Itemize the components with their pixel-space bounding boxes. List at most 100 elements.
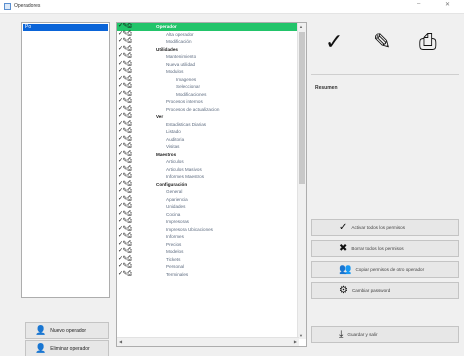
- row-permission-icons[interactable]: ✓✎⎙: [118, 46, 132, 54]
- printer-icon[interactable]: ⎙: [419, 31, 437, 53]
- tree-item-row[interactable]: ✓✎⎙ Impresoras: [117, 218, 297, 226]
- tree-item-row[interactable]: ✓✎⎙ Procesos internos: [117, 98, 297, 106]
- printer-icon[interactable]: ⎙: [127, 218, 132, 224]
- operator-list-item-selected[interactable]: Po: [23, 24, 108, 31]
- printer-icon[interactable]: ⎙: [127, 38, 132, 44]
- printer-icon[interactable]: ⎙: [127, 61, 132, 67]
- tree-item-row[interactable]: ✓✎⎙ Listado: [117, 128, 297, 136]
- printer-icon[interactable]: ⎙: [127, 68, 132, 74]
- row-permission-icons[interactable]: ✓✎⎙: [118, 256, 132, 264]
- printer-icon[interactable]: ⎙: [127, 256, 132, 262]
- scroll-down-icon[interactable]: ▼: [299, 333, 303, 338]
- printer-icon[interactable]: ⎙: [127, 121, 132, 127]
- row-permission-icons[interactable]: ✓✎⎙: [118, 143, 132, 151]
- printer-icon[interactable]: ⎙: [127, 143, 132, 149]
- printer-icon[interactable]: ⎙: [127, 31, 132, 37]
- row-permission-icons[interactable]: ✓✎⎙: [118, 263, 132, 271]
- row-permission-icons[interactable]: ✓✎⎙: [118, 23, 132, 31]
- tree-item-row[interactable]: ✓✎⎙ Visitas: [117, 143, 297, 151]
- printer-icon[interactable]: ⎙: [127, 113, 132, 119]
- clear-all-permissions-button[interactable]: ✖ Borrar todos los permisos: [311, 240, 459, 257]
- tree-group-row[interactable]: ✓✎⎙ Configuración: [117, 181, 297, 189]
- tree-item-row[interactable]: ✓✎⎙ Alta operador: [117, 31, 297, 39]
- printer-icon[interactable]: ⎙: [127, 173, 132, 179]
- row-permission-icons[interactable]: ✓✎⎙: [118, 241, 132, 249]
- row-permission-icons[interactable]: ✓✎⎙: [118, 53, 132, 61]
- tree-item-row[interactable]: ✓✎⎙ Articulos Masivos: [117, 166, 297, 174]
- scrollbar-thumb[interactable]: [299, 32, 305, 184]
- row-permission-icons[interactable]: ✓✎⎙: [118, 233, 132, 241]
- tree-item-row[interactable]: ✓✎⎙ Apariencia: [117, 196, 297, 204]
- row-permission-icons[interactable]: ✓✎⎙: [118, 83, 132, 91]
- printer-icon[interactable]: ⎙: [127, 248, 132, 254]
- scroll-right-icon[interactable]: ▶: [294, 339, 297, 344]
- row-permission-icons[interactable]: ✓✎⎙: [118, 151, 132, 159]
- row-permission-icons[interactable]: ✓✎⎙: [118, 113, 132, 121]
- printer-icon[interactable]: ⎙: [127, 226, 132, 232]
- tree-item-row[interactable]: ✓✎⎙ Nueva utilidad: [117, 61, 297, 69]
- tree-item-row[interactable]: ✓✎⎙ Personal: [117, 263, 297, 271]
- tree-group-row[interactable]: ✓✎⎙ Ver: [117, 113, 297, 121]
- printer-icon[interactable]: ⎙: [127, 158, 132, 164]
- scroll-left-icon[interactable]: ◀: [119, 339, 122, 344]
- row-permission-icons[interactable]: ✓✎⎙: [118, 211, 132, 219]
- close-button[interactable]: ✕: [445, 1, 450, 8]
- printer-icon[interactable]: ⎙: [127, 98, 132, 104]
- tree-item-row[interactable]: ✓✎⎙ Informes Maestros: [117, 173, 297, 181]
- row-permission-icons[interactable]: ✓✎⎙: [118, 31, 132, 39]
- printer-icon[interactable]: ⎙: [127, 83, 132, 89]
- tree-item-row[interactable]: ✓✎⎙ Procesos de actualizacion: [117, 106, 297, 114]
- tree-item-row[interactable]: ✓✎⎙ Informes: [117, 233, 297, 241]
- tree-item-row[interactable]: ✓✎⎙ General: [117, 188, 297, 196]
- tree-item-row[interactable]: ✓✎⎙ Cocina: [117, 211, 297, 219]
- tree-item-row[interactable]: ✓✎⎙ Modelos: [117, 248, 297, 256]
- row-permission-icons[interactable]: ✓✎⎙: [118, 106, 132, 114]
- new-operator-button[interactable]: 👤 Nuevo operador: [25, 322, 109, 339]
- tree-item-row[interactable]: ✓✎⎙ Mantenimiento: [117, 53, 297, 61]
- printer-icon[interactable]: ⎙: [127, 91, 132, 97]
- tree-item-row[interactable]: ✓✎⎙ Impresora Ubicaciones: [117, 226, 297, 234]
- horizontal-scrollbar[interactable]: ◀ ▶: [117, 337, 299, 346]
- pencil-icon[interactable]: ✎: [373, 31, 391, 53]
- printer-icon[interactable]: ⎙: [127, 106, 132, 112]
- printer-icon[interactable]: ⎙: [127, 233, 132, 239]
- row-permission-icons[interactable]: ✓✎⎙: [118, 173, 132, 181]
- tree-item-row[interactable]: ✓✎⎙ Tickets: [117, 256, 297, 264]
- row-permission-icons[interactable]: ✓✎⎙: [118, 166, 132, 174]
- tree-item-row[interactable]: ✓✎⎙ Modulos: [117, 68, 297, 76]
- tree-group-row[interactable]: ✓✎⎙ Operador: [117, 23, 297, 31]
- row-permission-icons[interactable]: ✓✎⎙: [118, 121, 132, 129]
- row-permission-icons[interactable]: ✓✎⎙: [118, 248, 132, 256]
- printer-icon[interactable]: ⎙: [127, 136, 132, 142]
- tree-item-row[interactable]: ✓✎⎙ Modificaciones: [117, 91, 297, 99]
- printer-icon[interactable]: ⎙: [127, 211, 132, 217]
- tree-item-row[interactable]: ✓✎⎙ Imagenes: [117, 76, 297, 84]
- row-permission-icons[interactable]: ✓✎⎙: [118, 226, 132, 234]
- row-permission-icons[interactable]: ✓✎⎙: [118, 271, 132, 279]
- row-permission-icons[interactable]: ✓✎⎙: [118, 203, 132, 211]
- change-password-button[interactable]: ⚙ Cambiar password: [311, 282, 459, 299]
- row-permission-icons[interactable]: ✓✎⎙: [118, 136, 132, 144]
- row-permission-icons[interactable]: ✓✎⎙: [118, 91, 132, 99]
- printer-icon[interactable]: ⎙: [127, 241, 132, 247]
- tree-item-row[interactable]: ✓✎⎙ Modificación: [117, 38, 297, 46]
- scroll-up-icon[interactable]: ▲: [299, 24, 303, 29]
- copy-permissions-button[interactable]: 👥 Copiar permisos de otro operador: [311, 261, 459, 278]
- printer-icon[interactable]: ⎙: [127, 263, 132, 269]
- tree-item-row[interactable]: ✓✎⎙ Unidades: [117, 203, 297, 211]
- printer-icon[interactable]: ⎙: [127, 53, 132, 59]
- save-and-exit-button[interactable]: ⤓ Guardar y salir: [311, 326, 459, 343]
- row-permission-icons[interactable]: ✓✎⎙: [118, 76, 132, 84]
- printer-icon[interactable]: ⎙: [127, 128, 132, 134]
- printer-icon[interactable]: ⎙: [127, 181, 132, 187]
- printer-icon[interactable]: ⎙: [127, 271, 132, 277]
- printer-icon[interactable]: ⎙: [127, 76, 132, 82]
- printer-icon[interactable]: ⎙: [127, 188, 132, 194]
- row-permission-icons[interactable]: ✓✎⎙: [118, 181, 132, 189]
- row-permission-icons[interactable]: ✓✎⎙: [118, 188, 132, 196]
- row-permission-icons[interactable]: ✓✎⎙: [118, 98, 132, 106]
- tree-item-row[interactable]: ✓✎⎙ Seleccionar: [117, 83, 297, 91]
- printer-icon[interactable]: ⎙: [127, 23, 132, 29]
- tree-item-row[interactable]: ✓✎⎙ Precios: [117, 241, 297, 249]
- printer-icon[interactable]: ⎙: [127, 151, 132, 157]
